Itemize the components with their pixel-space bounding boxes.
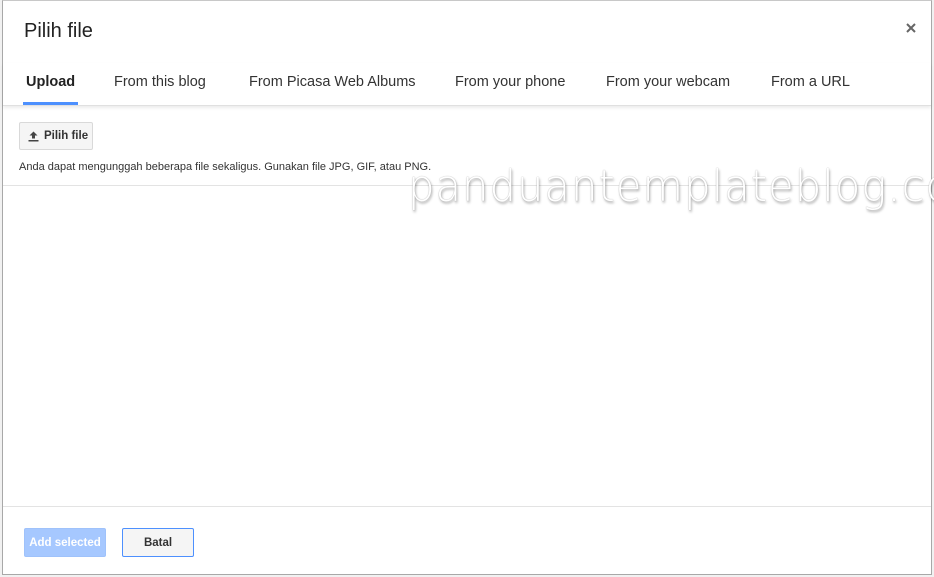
- choose-file-label: Pilih file: [44, 130, 89, 142]
- file-drop-area[interactable]: [3, 186, 931, 504]
- tab-from-webcam[interactable]: From your webcam: [606, 63, 730, 105]
- tab-from-picasa[interactable]: From Picasa Web Albums: [249, 63, 416, 105]
- choose-file-button[interactable]: Pilih file: [19, 122, 93, 150]
- tab-from-this-blog[interactable]: From this blog: [114, 63, 206, 105]
- dialog-title: Pilih file: [24, 20, 93, 42]
- tab-bar: Upload From this blog From Picasa Web Al…: [3, 63, 931, 106]
- close-button[interactable]: [903, 20, 919, 36]
- close-icon: [906, 23, 916, 33]
- cancel-button[interactable]: Batal: [122, 528, 194, 557]
- tab-from-phone[interactable]: From your phone: [455, 63, 565, 105]
- file-picker-dialog: Pilih file Upload From this blog From Pi…: [2, 0, 934, 575]
- upload-hint: Anda dapat mengunggah beberapa file seka…: [19, 161, 432, 173]
- tab-from-url[interactable]: From a URL: [771, 63, 850, 105]
- tab-upload[interactable]: Upload: [22, 63, 79, 105]
- add-selected-button[interactable]: Add selected: [24, 528, 106, 557]
- divider: [3, 506, 931, 507]
- upload-icon: [28, 131, 39, 141]
